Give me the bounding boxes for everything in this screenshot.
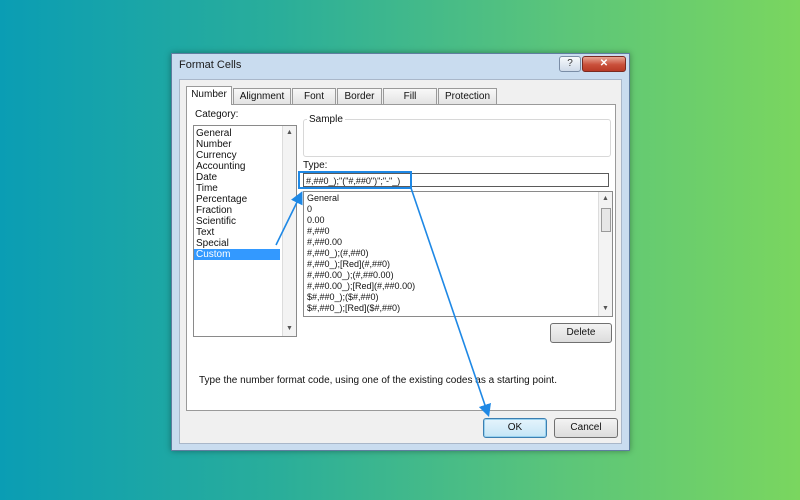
format-item[interactable]: #,##0.00 xyxy=(304,237,612,248)
scroll-down-arrow-icon[interactable]: ▼ xyxy=(601,305,610,313)
category-label: Category: xyxy=(195,109,239,120)
format-code-list[interactable]: General 0 0.00 #,##0 #,##0.00 #,##0_);(#… xyxy=(303,191,613,317)
sample-box: Sample xyxy=(303,114,611,157)
delete-button[interactable]: Delete xyxy=(550,323,612,343)
scroll-up-arrow-icon[interactable]: ▲ xyxy=(285,129,294,137)
scroll-down-arrow-icon[interactable]: ▼ xyxy=(285,325,294,333)
format-item[interactable]: General xyxy=(304,193,612,204)
title-bar: Format Cells ? ✕ xyxy=(172,54,629,76)
ok-button[interactable]: OK xyxy=(483,418,547,438)
format-item[interactable]: #,##0.00_);(#,##0.00) xyxy=(304,270,612,281)
tab-number[interactable]: Number xyxy=(186,86,232,105)
type-label: Type: xyxy=(303,160,328,171)
format-item[interactable]: 0.00 xyxy=(304,215,612,226)
format-item[interactable]: $#,##0_);($#,##0) xyxy=(304,292,612,303)
category-item[interactable]: Time xyxy=(194,183,296,194)
number-tab-panel: Category: General Number Currency Accoun… xyxy=(186,104,616,411)
close-button[interactable]: ✕ xyxy=(582,56,626,72)
category-item[interactable]: Accounting xyxy=(194,161,296,172)
category-item[interactable]: Special xyxy=(194,238,296,249)
category-list[interactable]: General Number Currency Accounting Date … xyxy=(193,125,297,337)
type-input[interactable]: #,##0_);"("#,##0")";"-"_) xyxy=(303,173,609,187)
format-item[interactable]: #,##0_);(#,##0) xyxy=(304,248,612,259)
category-item[interactable]: General xyxy=(194,128,296,139)
category-item[interactable]: Date xyxy=(194,172,296,183)
format-item[interactable]: #,##0.00_);[Red](#,##0.00) xyxy=(304,281,612,292)
format-item[interactable]: #,##0_);[Red](#,##0) xyxy=(304,259,612,270)
format-item[interactable]: #,##0 xyxy=(304,226,612,237)
scroll-thumb[interactable] xyxy=(601,208,611,232)
category-item[interactable]: Percentage xyxy=(194,194,296,205)
format-cells-dialog: Format Cells ? ✕ Number Alignment Font B… xyxy=(171,53,630,451)
category-item-custom-selected[interactable]: Custom xyxy=(194,249,280,260)
tab-font[interactable]: Font xyxy=(292,88,336,104)
dialog-body: Number Alignment Font Border Fill Protec… xyxy=(179,79,622,444)
tab-alignment[interactable]: Alignment xyxy=(233,88,291,104)
format-description: Type the number format code, using one o… xyxy=(199,375,557,386)
help-button[interactable]: ? xyxy=(559,56,581,72)
category-item[interactable]: Number xyxy=(194,139,296,150)
format-scrollbar[interactable]: ▲ ▼ xyxy=(598,192,612,316)
scroll-up-arrow-icon[interactable]: ▲ xyxy=(601,195,610,203)
format-item[interactable]: 0 xyxy=(304,204,612,215)
tab-border[interactable]: Border xyxy=(337,88,382,104)
category-item[interactable]: Text xyxy=(194,227,296,238)
category-item[interactable]: Fraction xyxy=(194,205,296,216)
sample-label: Sample xyxy=(307,114,345,125)
category-item[interactable]: Currency xyxy=(194,150,296,161)
cancel-button[interactable]: Cancel xyxy=(554,418,618,438)
dialog-title: Format Cells xyxy=(179,59,242,71)
format-item[interactable]: $#,##0_);[Red]($#,##0) xyxy=(304,303,612,314)
tab-fill[interactable]: Fill xyxy=(383,88,437,104)
tab-protection[interactable]: Protection xyxy=(438,88,497,104)
category-scrollbar[interactable]: ▲ ▼ xyxy=(282,126,296,336)
category-item[interactable]: Scientific xyxy=(194,216,296,227)
